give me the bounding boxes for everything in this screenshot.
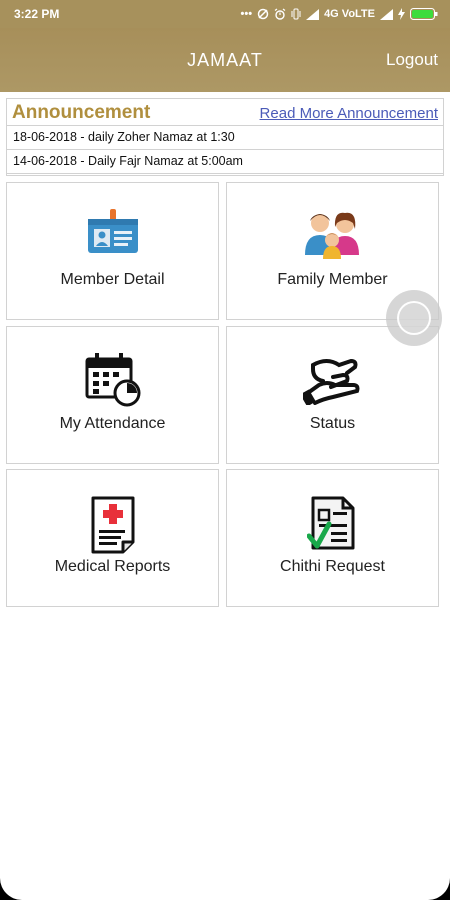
chithi-request-tile[interactable]: Chithi Request — [226, 469, 439, 607]
app-title: JAMAAT — [187, 50, 263, 70]
tile-label: Medical Reports — [54, 558, 171, 575]
announcement-title: Announcement — [12, 102, 151, 123]
tile-label: Member Detail — [60, 271, 165, 288]
announcement-item[interactable]: 18-06-2018 - daily Zoher Namaz at 1:30 — [7, 126, 443, 150]
announcement-card: Announcement Read More Announcement 18-0… — [6, 98, 444, 176]
document-check-icon — [227, 494, 438, 554]
my-attendance-tile[interactable]: My Attendance — [6, 326, 219, 464]
tile-label: Family Member — [277, 271, 388, 288]
tile-label: Status — [309, 415, 356, 432]
hand-money-icon — [227, 351, 438, 411]
more-dots-icon: ••• — [240, 8, 253, 20]
member-detail-tile[interactable]: Member Detail — [6, 182, 219, 320]
signal-icon — [306, 8, 320, 20]
vibrate-icon — [291, 8, 301, 20]
id-card-icon — [7, 207, 218, 267]
status-time: 3:22 PM — [14, 7, 60, 21]
alarm-icon — [274, 8, 286, 20]
app-screen: 3:22 PM ••• 4G VoLTE JAMAAT Logout Annou… — [0, 0, 450, 900]
logout-button[interactable]: Logout — [386, 50, 438, 70]
status-icons: ••• 4G VoLTE — [241, 8, 439, 20]
announcement-header: Announcement Read More Announcement — [7, 99, 443, 126]
sync-icon — [257, 8, 269, 20]
family-icon — [227, 207, 438, 267]
medical-report-icon — [7, 494, 218, 554]
tile-label: Chithi Request — [280, 558, 385, 575]
status-bar: 3:22 PM ••• 4G VoLTE — [0, 0, 450, 28]
signal-icon — [380, 8, 393, 20]
circle-icon — [397, 301, 431, 335]
battery-icon — [410, 8, 438, 20]
network-label: 4G VoLTE — [324, 8, 375, 20]
calendar-clock-icon — [7, 351, 218, 411]
charging-icon — [398, 8, 405, 20]
tile-label: My Attendance — [59, 415, 166, 432]
read-more-link[interactable]: Read More Announcement — [260, 105, 438, 122]
announcement-item[interactable]: 14-06-2018 - Daily Fajr Namaz at 5:00am — [7, 150, 443, 174]
status-tile[interactable]: Status — [226, 326, 439, 464]
medical-reports-tile[interactable]: Medical Reports — [6, 469, 219, 607]
app-header: JAMAAT Logout — [0, 28, 450, 92]
assistive-touch-button[interactable] — [386, 290, 442, 346]
